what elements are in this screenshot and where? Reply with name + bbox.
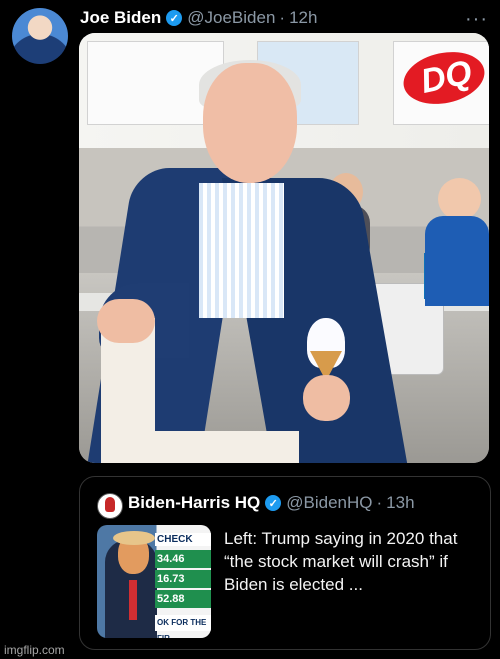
quoted-author-name[interactable]: Biden-Harris HQ [128, 493, 260, 513]
quoted-thumbnail[interactable]: CHECK 34.46 16.73 52.88 OK FOR THE FIR [97, 525, 211, 638]
quoted-author-handle[interactable]: @BidenHQ [286, 493, 372, 513]
quoted-tweet-time[interactable]: 13h [386, 493, 414, 513]
tweet-header: Joe Biden ✓ @JoeBiden · 12h [80, 6, 480, 30]
quoted-tweet-text: Left: Trump saying in 2020 that “the sto… [224, 529, 458, 594]
thumbnail-red-tie [129, 580, 137, 620]
imgflip-watermark: imgflip.com [4, 643, 65, 657]
thumbnail-ticker: 16.73 [155, 570, 211, 588]
author-name[interactable]: Joe Biden [80, 8, 161, 28]
more-options-icon[interactable]: ··· [465, 8, 488, 31]
thumbnail-top-label: CHECK [155, 533, 211, 546]
thumbnail-ticker: 52.88 [155, 590, 211, 608]
biden-harris-hq-avatar[interactable] [97, 493, 123, 519]
thumbnail-bottom-label: OK FOR THE FIR [155, 615, 211, 638]
worker-body [425, 216, 489, 306]
tweet-image[interactable]: DQ [79, 33, 489, 463]
cone-hand [303, 375, 350, 421]
holding-hand [97, 299, 155, 343]
quoted-tweet-card[interactable]: Biden-Harris HQ ✓ @BidenHQ · 13h CHECK 3… [79, 476, 491, 650]
joe-biden-avatar[interactable] [12, 8, 68, 64]
worker-head [438, 178, 481, 220]
thumbnail-ticker: 34.46 [155, 550, 211, 568]
quoted-tweet-header: Biden-Harris HQ ✓ @BidenHQ · 13h [128, 493, 480, 513]
thumbnail-person-hair [113, 531, 155, 545]
author-handle[interactable]: @JoeBiden [187, 8, 275, 28]
quoted-verified-badge-icon: ✓ [265, 495, 282, 511]
verified-badge-icon: ✓ [166, 10, 183, 26]
cutout-l-base [101, 431, 299, 463]
header-separator: · [279, 8, 286, 27]
quoted-header-separator: · [376, 493, 383, 512]
tweet-time[interactable]: 12h [289, 8, 317, 28]
man-face [203, 63, 297, 183]
striped-shirt [199, 183, 284, 318]
